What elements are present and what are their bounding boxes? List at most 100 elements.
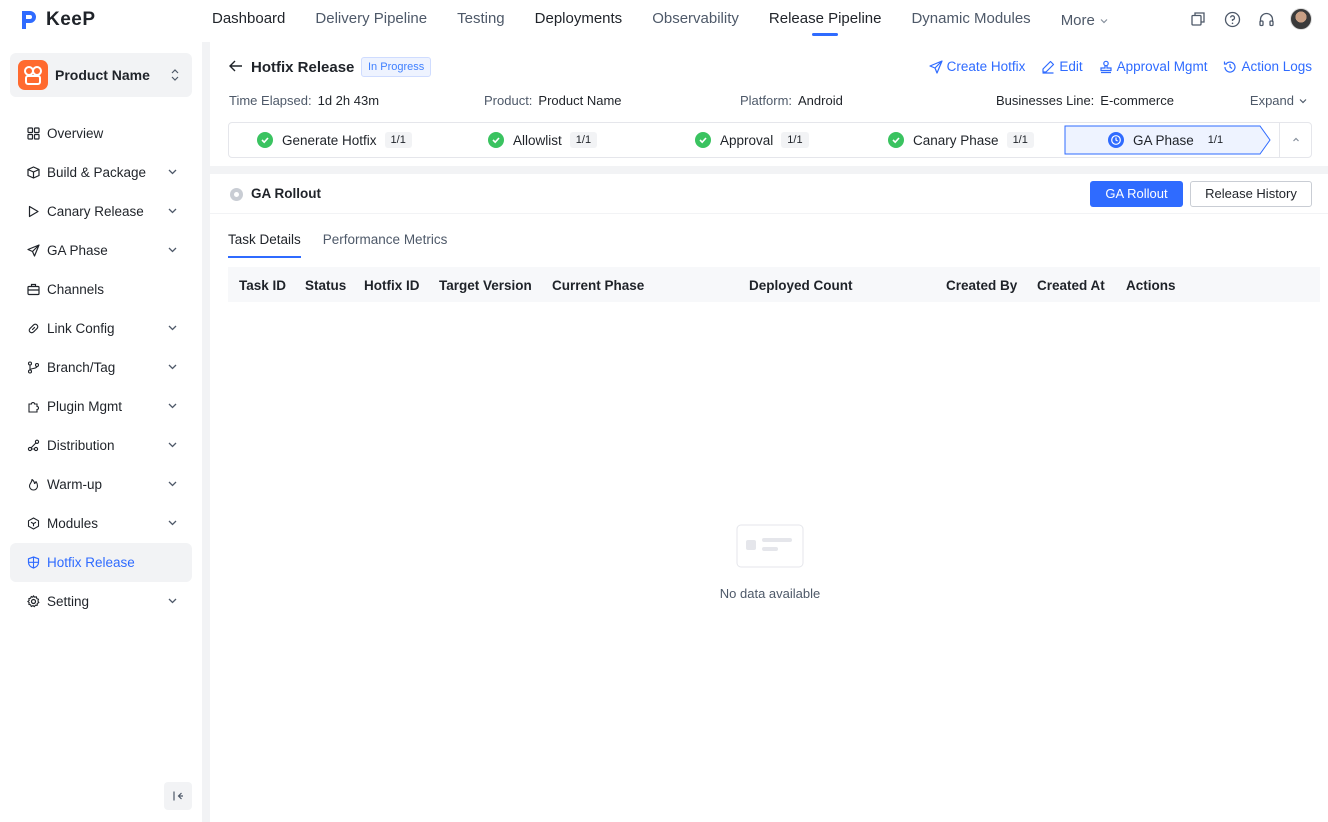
brand-logo[interactable]: KeeP	[20, 8, 96, 32]
column-header[interactable]: Actions	[1126, 278, 1176, 293]
empty-state: No data available	[710, 524, 830, 601]
meta-value: 1d 2h 43m	[317, 93, 380, 108]
create-hotfix-button[interactable]: Create Hotfix	[929, 59, 1025, 74]
step-count: 1/1	[781, 132, 809, 148]
nav-testing[interactable]: Testing	[457, 0, 505, 42]
history-icon	[1224, 60, 1236, 73]
edit-button[interactable]: Edit	[1041, 59, 1083, 74]
column-header[interactable]: Target Version	[439, 278, 532, 293]
top-right-tools	[1188, 8, 1312, 30]
help-icon[interactable]	[1222, 9, 1242, 29]
chevron-down-icon	[168, 481, 177, 487]
action-logs-button[interactable]: Action Logs	[1223, 59, 1312, 74]
chevron-down-icon	[168, 247, 177, 253]
step-count: 1/1	[1207, 134, 1224, 146]
nav-more[interactable]: More	[1061, 0, 1109, 42]
content-tabs: Task Details Performance Metrics	[228, 232, 448, 258]
step-canary-phase[interactable]: Canary Phase 1/1	[888, 123, 1034, 157]
step-count: 1/1	[1006, 132, 1034, 148]
nav-deployments[interactable]: Deployments	[535, 0, 623, 42]
step-approval[interactable]: Approval 1/1	[695, 123, 809, 157]
shield-icon	[26, 556, 40, 570]
sidebar-item-warm-up[interactable]: Warm-up	[10, 465, 192, 504]
step-generate-hotfix[interactable]: Generate Hotfix 1/1	[257, 123, 412, 157]
tab-task-details[interactable]: Task Details	[228, 232, 301, 258]
main-nav: Dashboard Delivery Pipeline Testing Depl…	[212, 0, 1139, 42]
meta-time-elapsed: Time Elapsed: 1d 2h 43m	[229, 93, 379, 108]
column-header[interactable]: Task ID	[239, 278, 286, 293]
sidebar-item-channels[interactable]: Channels	[10, 270, 192, 309]
nav-dynamic-modules[interactable]: Dynamic Modules	[911, 0, 1030, 42]
step-ga-phase[interactable]: GA Phase 1/1	[1064, 125, 1272, 155]
chevron-down-icon	[168, 208, 177, 214]
sidebar-item-setting[interactable]: Setting	[10, 582, 192, 621]
approval-mgmt-label: Approval Mgmt	[1116, 59, 1208, 74]
column-header[interactable]: Hotfix ID	[364, 278, 420, 293]
sidebar-item-label: Link Config	[47, 321, 115, 336]
product-switcher[interactable]: Product Name	[10, 53, 192, 97]
nav-observability[interactable]: Observability	[652, 0, 739, 42]
sidebar-item-branch-tag[interactable]: Branch/Tag	[10, 348, 192, 387]
chevron-down-icon	[168, 403, 177, 409]
send-icon	[26, 244, 40, 258]
grid-icon	[26, 127, 40, 141]
page-title: Hotfix Release	[251, 59, 355, 76]
package-icon	[26, 166, 40, 180]
share-icon	[26, 439, 40, 453]
nav-more-label: More	[1060, 12, 1095, 29]
ga-rollout-button[interactable]: GA Rollout	[1090, 181, 1183, 207]
chevron-down-icon	[168, 442, 177, 448]
sidebar-item-build-package[interactable]: Build & Package	[10, 153, 192, 192]
cube-icon	[26, 517, 40, 531]
sidebar-item-canary-release[interactable]: Canary Release	[10, 192, 192, 231]
sidebar-item-modules[interactable]: Modules	[10, 504, 192, 543]
status-dot-icon	[230, 188, 243, 201]
check-circle-icon	[257, 132, 273, 148]
column-header[interactable]: Created By	[946, 278, 1017, 293]
keep-logo-icon	[22, 11, 36, 29]
user-avatar[interactable]	[1290, 8, 1312, 30]
tab-performance-metrics[interactable]: Performance Metrics	[323, 232, 448, 256]
collapse-sidebar-button[interactable]	[164, 782, 192, 810]
empty-data-icon	[736, 524, 804, 568]
copy-icon[interactable]	[1188, 9, 1208, 29]
back-arrow-icon[interactable]	[228, 58, 244, 74]
edit-icon	[1042, 60, 1055, 74]
sidebar-item-distribution[interactable]: Distribution	[10, 426, 192, 465]
column-header[interactable]: Deployed Count	[749, 278, 853, 293]
step-label: Approval	[720, 132, 774, 148]
sidebar-item-hotfix-release[interactable]: Hotfix Release	[10, 543, 192, 582]
chevron-down-icon	[168, 520, 177, 526]
sidebar-item-overview[interactable]: Overview	[10, 114, 192, 153]
sidebar-menu: Overview Build & Package Canary Release …	[10, 114, 192, 621]
column-header[interactable]: Current Phase	[552, 278, 644, 293]
sidebar-item-label: Build & Package	[47, 165, 147, 180]
step-label: Canary Phase	[913, 132, 999, 148]
step-count: 1/1	[384, 132, 412, 148]
clock-icon	[1108, 132, 1124, 148]
section-header: GA Rollout GA Rollout Release History	[210, 174, 1328, 214]
header-actions: Create Hotfix Edit Approval Mgmt Action …	[929, 59, 1312, 74]
column-header[interactable]: Status	[305, 278, 346, 293]
column-header[interactable]: Created At	[1037, 278, 1105, 293]
sidebar-item-plugin-mgmt[interactable]: Plugin Mgmt	[10, 387, 192, 426]
sidebar-item-label: Hotfix Release	[47, 555, 135, 570]
expand-toggle[interactable]: Expand	[1250, 93, 1308, 108]
approval-mgmt-button[interactable]: Approval Mgmt	[1099, 59, 1208, 74]
link-icon	[26, 322, 40, 336]
step-label: Generate Hotfix	[282, 132, 377, 148]
steps-collapse-button[interactable]	[1279, 123, 1311, 157]
nav-release-pipeline[interactable]: Release Pipeline	[769, 0, 882, 42]
meta-label: Platform:	[740, 93, 793, 108]
step-allowlist[interactable]: Allowlist 1/1	[488, 123, 598, 157]
sidebar-item-ga-phase[interactable]: GA Phase	[10, 231, 192, 270]
nav-delivery-pipeline[interactable]: Delivery Pipeline	[315, 0, 427, 42]
meta-business-line: Businesses Line: E-commerce	[996, 93, 1174, 108]
status-badge: In Progress	[361, 57, 432, 77]
meta-platform: Platform: Android	[740, 93, 843, 108]
chevron-down-icon	[1299, 98, 1307, 103]
release-history-button[interactable]: Release History	[1190, 181, 1312, 207]
sidebar-item-link-config[interactable]: Link Config	[10, 309, 192, 348]
nav-dashboard[interactable]: Dashboard	[212, 0, 285, 42]
headset-icon[interactable]	[1256, 9, 1276, 29]
